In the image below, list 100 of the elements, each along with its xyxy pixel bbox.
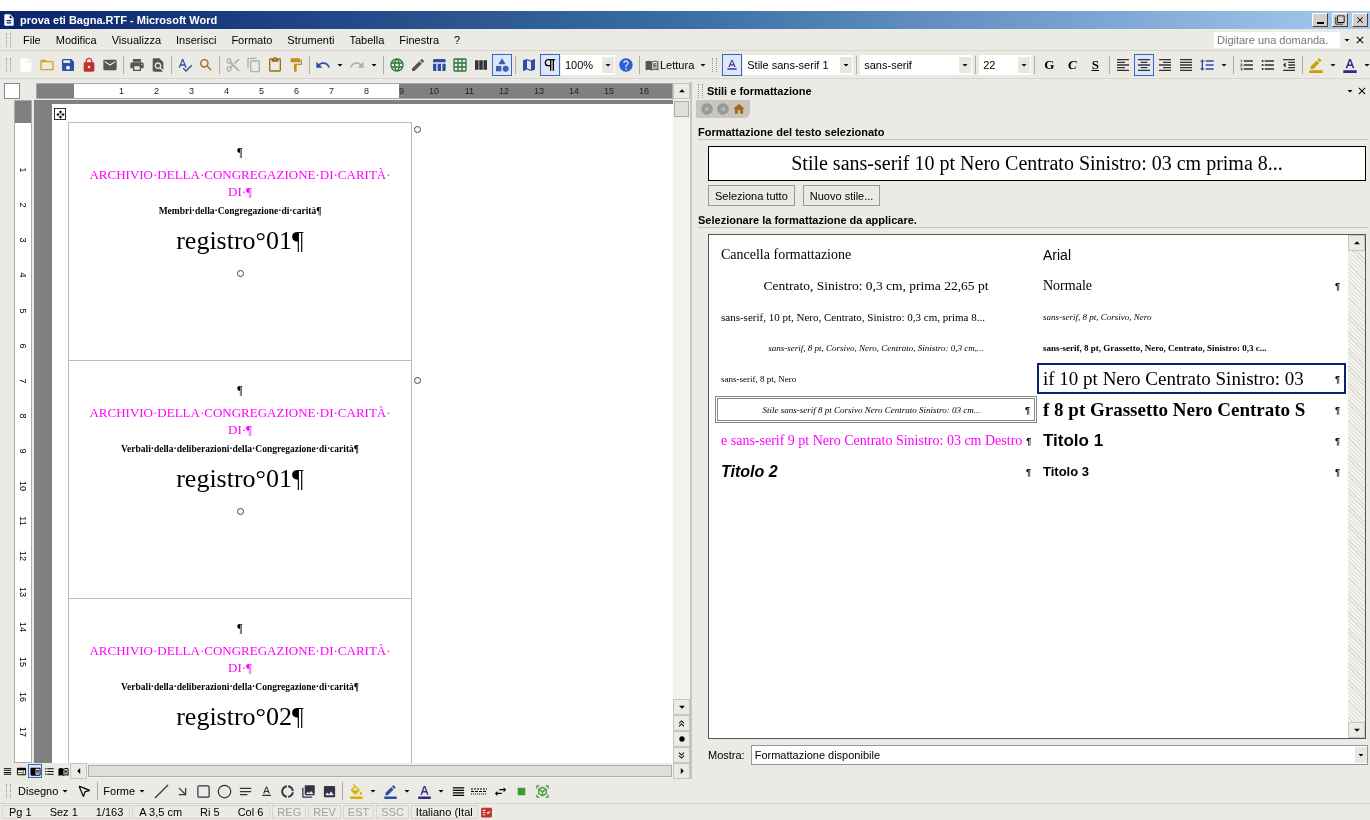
style-item[interactable]: sans-serif, 8 pt, Grassetto, Nero, Centrato, Sinistro: 0,3 c... (1037, 332, 1346, 363)
paragraph-mark: ¶ (1335, 404, 1340, 415)
zoom-dropdown[interactable]: 100% (561, 54, 615, 75)
style-dropdown[interactable]: Stile sans-serif 1 (743, 54, 854, 75)
search-icon (198, 56, 214, 73)
style-item[interactable]: if 10 pt Nero Centrato Sinistro: 03 ¶ (1037, 363, 1346, 394)
spreadsheet-icon (452, 56, 468, 73)
close-button[interactable] (1352, 13, 1368, 27)
ruler-number: 15 (18, 656, 28, 667)
register-subtitle: Verbali·della·deliberazioni·della·Congregazione·di·carità¶ (121, 444, 359, 454)
menu-item[interactable]: File (16, 31, 48, 48)
toolbar-grip[interactable] (712, 57, 718, 72)
draw-menu-button[interactable]: Disegno (16, 780, 74, 802)
close-icon (1355, 15, 1365, 25)
spellcheck-icon (177, 56, 193, 73)
style-item[interactable]: Titolo 3 ¶ (1037, 456, 1346, 487)
section-heading: Formattazione del testo selezionato (698, 126, 1368, 140)
font-size-dropdown[interactable]: 22 (979, 54, 1032, 75)
ruler-number: 2 (153, 86, 159, 96)
ruler-number: 4 (223, 86, 229, 96)
minimize-icon (1316, 22, 1324, 24)
style-item[interactable]: Titolo 2 ¶ (715, 456, 1037, 487)
next-page-button[interactable] (673, 747, 690, 763)
pane-button[interactable]: Seleziona tutto (708, 185, 795, 206)
cube-icon (534, 783, 550, 799)
clipboard-icon (267, 56, 283, 73)
toolbar-grip[interactable] (6, 32, 11, 47)
ruler-number: 5 (18, 308, 28, 313)
menu-item[interactable]: Inserisci (169, 31, 224, 48)
style-item[interactable]: sans-serif, 10 pt, Nero, Centrato, Sinistro: 0,3 cm, prima 8... (715, 301, 1037, 332)
menu-item[interactable]: Formato (224, 31, 280, 48)
double-down-icon (676, 749, 687, 761)
scroll-right-button[interactable] (673, 763, 690, 779)
highlighter-icon (1308, 56, 1325, 73)
section-heading: Selezionare la formattazione da applicare. (698, 214, 1368, 228)
paragraph-mark: ¶ (237, 383, 243, 398)
reading-button[interactable]: Lettura (643, 53, 697, 76)
help-search-field[interactable]: Digitare una domanda. (1214, 31, 1340, 48)
scroll-down-button[interactable] (673, 699, 690, 715)
style-item[interactable]: sans-serif, 8 pt, Corsivo, Nero (1037, 301, 1346, 332)
style-item[interactable]: Centrato, Sinistro: 0,3 cm, prima 22,65 pt (715, 270, 1037, 301)
format-button[interactable]: G (1038, 53, 1061, 76)
dot-icon (677, 735, 686, 743)
lock-icon (81, 56, 97, 73)
minimize-button[interactable] (1312, 13, 1328, 27)
format-button[interactable]: C (1061, 53, 1084, 76)
font-dropdown[interactable]: sans-serif (860, 54, 973, 75)
document-icon (2, 13, 16, 27)
show-formatting-button[interactable] (540, 53, 560, 76)
table-move-handle[interactable] (54, 108, 66, 120)
format-button[interactable]: S (1084, 53, 1107, 76)
print-layout-button[interactable] (28, 764, 42, 778)
style-item[interactable]: Titolo 1 ¶ (1037, 425, 1346, 456)
style-item[interactable]: Cancella formattazione (715, 239, 1037, 270)
menu-item[interactable]: ? (447, 31, 468, 48)
style-item[interactable]: f 8 pt Grassetto Nero Centrato S ¶ (1037, 394, 1346, 425)
magnifier-page-icon (150, 56, 166, 73)
scroll-up-button[interactable] (1348, 235, 1365, 251)
close-icon[interactable] (1356, 85, 1368, 97)
pane-button[interactable]: Nuovo stile... (802, 185, 881, 206)
styles-pane-button[interactable] (722, 53, 743, 76)
clip-art-icon (300, 783, 316, 799)
paragraph-mark: ¶ (1335, 466, 1340, 477)
shapes-menu-button[interactable]: Forme (101, 780, 151, 802)
move-icon (55, 109, 65, 119)
scroll-up-button[interactable] (673, 83, 690, 99)
previous-page-button[interactable] (673, 715, 690, 731)
ruler-number: 5 (258, 86, 264, 96)
ruler-number: 3 (188, 86, 194, 96)
browse-object-button[interactable] (673, 731, 690, 747)
style-item[interactable]: Normale ¶ (1037, 270, 1346, 301)
toolbar-grip[interactable] (6, 784, 11, 798)
align-center-button[interactable] (1134, 53, 1155, 76)
menu-item[interactable]: Finestra (392, 31, 447, 48)
menu-item[interactable]: Modifica (48, 31, 104, 48)
home-icon[interactable] (732, 102, 746, 116)
style-item[interactable]: sans-serif, 8 pt, Corsivo, Nero, Centrato, Sinistro: 0,3 cm,... (715, 332, 1037, 363)
shapes-icon (494, 56, 510, 73)
scroll-left-button[interactable] (70, 763, 87, 779)
show-dropdown[interactable]: Formattazione disponibile (750, 745, 1368, 765)
tab-selector[interactable] (4, 83, 20, 99)
paintbrush-icon (288, 56, 304, 73)
toolbar-grip[interactable] (6, 57, 11, 72)
style-item[interactable]: e sans-serif 9 pt Nero Centrato Sinistro: 03 cm Destro ¶ (715, 425, 1037, 456)
restore-button[interactable] (1332, 13, 1348, 27)
scroll-down-button[interactable] (1348, 722, 1365, 738)
paragraph-mark: ¶ (1335, 435, 1340, 446)
menu-item[interactable]: Tabella (342, 31, 392, 48)
pane-grip[interactable] (698, 84, 703, 98)
menu-item[interactable]: Strumenti (280, 31, 342, 48)
style-item[interactable]: Arial (1037, 239, 1346, 270)
drawing-button[interactable] (492, 53, 512, 76)
spelling-status-icon[interactable] (479, 805, 493, 819)
pen-icon (382, 783, 398, 799)
printer-icon (129, 56, 145, 73)
menu-item[interactable]: Visualizza (104, 31, 169, 48)
style-item[interactable]: sans-serif, 8 pt, Nero (715, 363, 1037, 394)
style-item[interactable]: Stile sans-serif 8 pt Corsivo Nero Centrato Sinistro: 03 cm... ¶ (715, 396, 1037, 423)
paragraph-mark: ¶ (1335, 280, 1340, 291)
map-icon (521, 56, 537, 73)
